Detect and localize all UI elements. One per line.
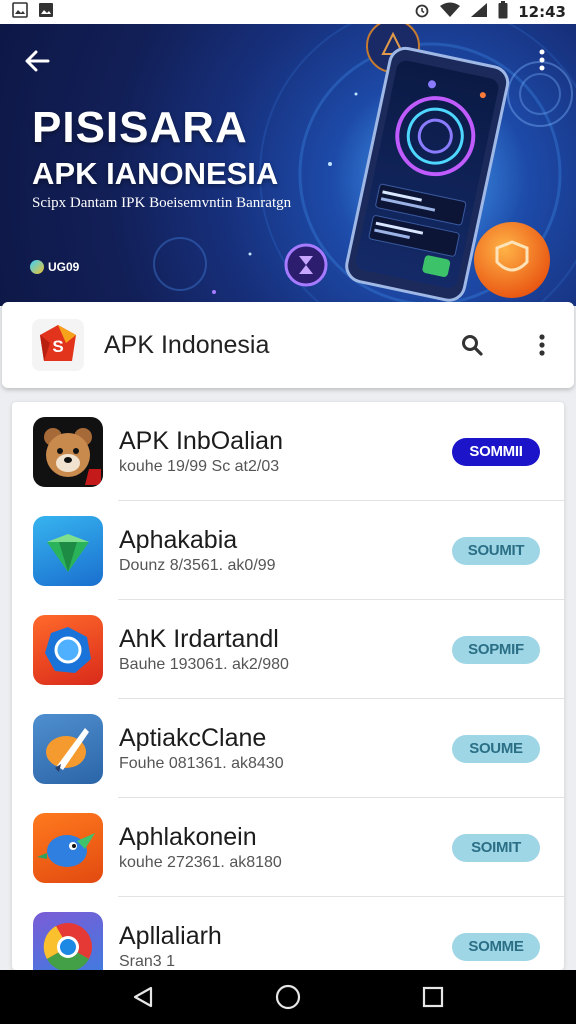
app-logo: S <box>32 319 84 371</box>
page-title: APK Indonesia <box>104 330 270 359</box>
list-item[interactable]: Apllaliarh Sran3 1 SOMME <box>12 897 564 970</box>
list-item[interactable]: AhK Irdartandl Bauhe 193061. ak2/980 SOP… <box>12 600 564 699</box>
app-logo-letter: S <box>52 337 63 356</box>
list-item[interactable]: Aphakabia Dounz 8/3561. ak0/99 SOUMIT <box>12 501 564 600</box>
arrow-left-icon <box>25 50 50 72</box>
app-meta: Fouhe 081361. ak8430 <box>119 755 284 773</box>
nav-home-icon <box>275 984 301 1010</box>
badge-logo-icon <box>30 260 44 274</box>
wifi-icon <box>440 2 461 23</box>
search-button[interactable] <box>452 325 492 365</box>
list-item-text: Aphakabia Dounz 8/3561. ak0/99 <box>119 526 452 576</box>
app-name: Aphlakonein <box>119 822 257 851</box>
list-item-text: Aphlakonein kouhe 272361. ak8180 <box>119 823 452 873</box>
app-screen: 12:43 PISISARA APK IANONESIA Scipx Danta… <box>0 0 576 1024</box>
app-meta: Sran3 1 <box>119 953 176 970</box>
submit-button[interactable]: SOIMIT <box>452 833 540 862</box>
banner-badge-text: UG09 <box>48 260 80 274</box>
app-logo-icon: S <box>40 325 76 361</box>
nav-home-button[interactable] <box>258 970 318 1024</box>
more-vertical-icon <box>539 334 545 356</box>
nav-back-button[interactable] <box>113 970 173 1024</box>
image-icon <box>12 1 28 23</box>
app-name: Apllaliarh <box>119 921 222 950</box>
system-nav-bar <box>0 970 576 1024</box>
chrome-icon <box>33 911 103 970</box>
list-item[interactable]: Aphlakonein kouhe 272361. ak8180 SOIMIT <box>12 798 564 897</box>
diamond-icon <box>33 515 103 586</box>
list-item[interactable]: APK InbOalian kouhe 19/99 Sc at2/03 SOMM… <box>12 402 564 501</box>
app-meta: kouhe 19/99 Sc at2/03 <box>119 458 280 476</box>
app-meta: Bauhe 193061. ak2/980 <box>119 656 289 674</box>
bird-icon <box>33 812 103 883</box>
more-vertical-icon <box>539 49 545 71</box>
submit-button[interactable]: SOUME <box>452 734 540 763</box>
app-name: APK InbOalian <box>119 426 283 455</box>
app-list: APK InbOalian kouhe 19/99 Sc at2/03 SOMM… <box>12 402 564 970</box>
header-overflow-menu[interactable] <box>530 325 554 365</box>
app-name: AptiakcClane <box>119 723 267 752</box>
search-icon <box>462 335 483 356</box>
app-name: Aphakabia <box>119 525 238 554</box>
status-time: 12:43 <box>518 3 566 21</box>
list-item-text: Apllaliarh Sran3 1 <box>119 922 452 970</box>
hero-banner: PISISARA APK IANONESIA Scipx Dantam IPK … <box>0 24 576 306</box>
frame-icon <box>33 614 103 685</box>
app-meta: Dounz 8/3561. ak0/99 <box>119 557 276 575</box>
submit-button[interactable]: SOPMIF <box>452 635 540 664</box>
app-name: AhK Irdartandl <box>119 624 279 653</box>
list-item-text: AptiakcClane Fouhe 081361. ak8430 <box>119 724 452 774</box>
back-button[interactable] <box>20 44 54 78</box>
nav-back-icon <box>133 986 152 1008</box>
alarm-icon <box>414 2 430 23</box>
banner-title: PISISARA <box>32 103 248 152</box>
nav-recents-icon <box>423 986 444 1008</box>
list-item[interactable]: AptiakcClane Fouhe 081361. ak8430 SOUME <box>12 699 564 798</box>
nav-recents-button[interactable] <box>403 970 463 1024</box>
banner-badge: UG09 <box>30 260 79 274</box>
list-item-text: AhK Irdartandl Bauhe 193061. ak2/980 <box>119 625 452 675</box>
signal-icon <box>470 2 488 23</box>
battery-icon <box>498 0 508 24</box>
brush-icon <box>33 713 103 784</box>
photo-icon <box>38 2 54 23</box>
banner-tagline: Scipx Dantam IPK Boeisemvntin Banratgn <box>32 195 292 211</box>
submit-button[interactable]: SOUMIT <box>452 536 540 565</box>
submit-button[interactable]: SOMMII <box>452 437 540 466</box>
app-meta: kouhe 272361. ak8180 <box>119 854 282 872</box>
status-bar: 12:43 <box>0 0 576 24</box>
list-item-text: APK InbOalian kouhe 19/99 Sc at2/03 <box>119 427 452 477</box>
bear-icon <box>33 416 103 487</box>
banner-overflow-menu[interactable] <box>532 46 552 74</box>
status-left <box>12 1 54 23</box>
status-right: 12:43 <box>414 0 566 24</box>
app-header: S APK Indonesia <box>2 302 574 388</box>
banner-subtitle: APK IANONESIA <box>32 156 279 191</box>
submit-button[interactable]: SOMME <box>452 932 540 961</box>
